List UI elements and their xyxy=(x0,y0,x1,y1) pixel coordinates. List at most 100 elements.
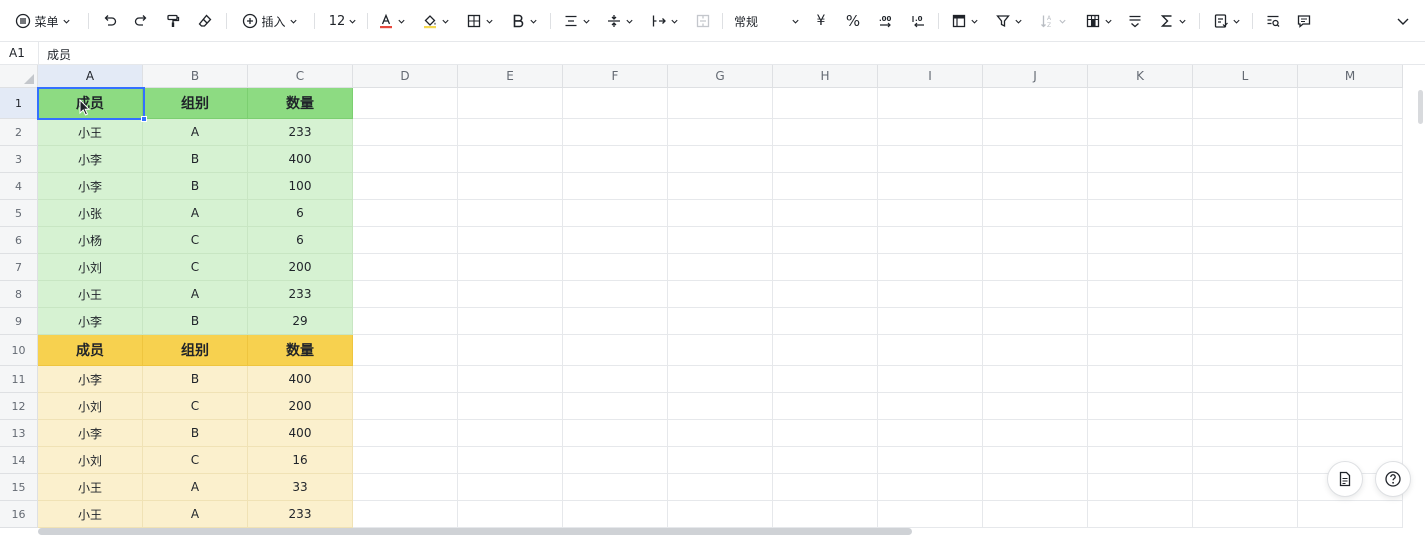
column-header-a[interactable]: A xyxy=(38,65,143,88)
cell-h8[interactable] xyxy=(773,281,878,308)
vertical-scrollbar[interactable] xyxy=(1418,90,1423,124)
cell-k10[interactable] xyxy=(1088,335,1193,366)
column-header-m[interactable]: M xyxy=(1298,65,1403,88)
cell-b7[interactable]: C xyxy=(143,254,248,281)
cell-j5[interactable] xyxy=(983,200,1088,227)
cell-i3[interactable] xyxy=(878,146,983,173)
cell-a7[interactable]: 小刘 xyxy=(38,254,143,281)
percent-format-button[interactable]: % xyxy=(842,8,864,34)
cell-i10[interactable] xyxy=(878,335,983,366)
cell-f7[interactable] xyxy=(563,254,668,281)
cell-f16[interactable] xyxy=(563,501,668,528)
increase-decimal-button[interactable]: .0 xyxy=(906,8,930,34)
cell-d4[interactable] xyxy=(353,173,458,200)
cell-k13[interactable] xyxy=(1088,420,1193,447)
row-header-2[interactable]: 2 xyxy=(0,119,38,146)
cell-b9[interactable]: B xyxy=(143,308,248,335)
cell-h1[interactable] xyxy=(773,88,878,119)
cell-e6[interactable] xyxy=(458,227,563,254)
row-header-13[interactable]: 13 xyxy=(0,420,38,447)
cell-e8[interactable] xyxy=(458,281,563,308)
sort-button[interactable]: AZ xyxy=(1036,8,1070,34)
column-header-f[interactable]: F xyxy=(563,65,668,88)
cell-a5[interactable]: 小张 xyxy=(38,200,143,227)
cell-d1[interactable] xyxy=(353,88,458,119)
fill-handle[interactable] xyxy=(141,116,147,122)
fill-color-button[interactable] xyxy=(420,8,452,34)
row-header-7[interactable]: 7 xyxy=(0,254,38,281)
cell-e7[interactable] xyxy=(458,254,563,281)
menu-button[interactable]: 菜单 xyxy=(8,8,78,34)
cell-l14[interactable] xyxy=(1193,447,1298,474)
cell-i6[interactable] xyxy=(878,227,983,254)
currency-format-button[interactable]: ¥ xyxy=(810,8,832,34)
cell-m8[interactable] xyxy=(1298,281,1403,308)
cell-j10[interactable] xyxy=(983,335,1088,366)
cell-j8[interactable] xyxy=(983,281,1088,308)
cell-m12[interactable] xyxy=(1298,393,1403,420)
cell-d5[interactable] xyxy=(353,200,458,227)
column-header-l[interactable]: L xyxy=(1193,65,1298,88)
cell-j14[interactable] xyxy=(983,447,1088,474)
cell-g8[interactable] xyxy=(668,281,773,308)
row-header-12[interactable]: 12 xyxy=(0,393,38,420)
cell-i14[interactable] xyxy=(878,447,983,474)
column-header-i[interactable]: I xyxy=(878,65,983,88)
cell-g9[interactable] xyxy=(668,308,773,335)
cell-m4[interactable] xyxy=(1298,173,1403,200)
column-header-d[interactable]: D xyxy=(353,65,458,88)
cell-k1[interactable] xyxy=(1088,88,1193,119)
cell-f2[interactable] xyxy=(563,119,668,146)
cell-f6[interactable] xyxy=(563,227,668,254)
column-header-b[interactable]: B xyxy=(143,65,248,88)
row-header-16[interactable]: 16 xyxy=(0,501,38,528)
undo-button[interactable] xyxy=(99,8,121,34)
cell-g16[interactable] xyxy=(668,501,773,528)
row-header-4[interactable]: 4 xyxy=(0,173,38,200)
cell-g5[interactable] xyxy=(668,200,773,227)
cell-h9[interactable] xyxy=(773,308,878,335)
cell-i15[interactable] xyxy=(878,474,983,501)
cell-k8[interactable] xyxy=(1088,281,1193,308)
cell-j3[interactable] xyxy=(983,146,1088,173)
cell-j2[interactable] xyxy=(983,119,1088,146)
cell-c16[interactable]: 233 xyxy=(248,501,353,528)
cell-e13[interactable] xyxy=(458,420,563,447)
cell-d16[interactable] xyxy=(353,501,458,528)
column-header-c[interactable]: C xyxy=(248,65,353,88)
cell-g6[interactable] xyxy=(668,227,773,254)
cell-g3[interactable] xyxy=(668,146,773,173)
cell-a13[interactable]: 小李 xyxy=(38,420,143,447)
cell-f12[interactable] xyxy=(563,393,668,420)
cell-d12[interactable] xyxy=(353,393,458,420)
cell-a14[interactable]: 小刘 xyxy=(38,447,143,474)
cell-a8[interactable]: 小王 xyxy=(38,281,143,308)
cell-a16[interactable]: 小王 xyxy=(38,501,143,528)
cell-g4[interactable] xyxy=(668,173,773,200)
cell-c5[interactable]: 6 xyxy=(248,200,353,227)
column-header-e[interactable]: E xyxy=(458,65,563,88)
cell-i11[interactable] xyxy=(878,366,983,393)
cell-f11[interactable] xyxy=(563,366,668,393)
cell-i2[interactable] xyxy=(878,119,983,146)
conditional-format-button[interactable] xyxy=(1082,8,1116,34)
cell-a10[interactable]: 成员 xyxy=(38,335,143,366)
cell-e14[interactable] xyxy=(458,447,563,474)
select-all-corner[interactable] xyxy=(0,65,38,88)
freeze-button[interactable] xyxy=(948,8,982,34)
column-header-k[interactable]: K xyxy=(1088,65,1193,88)
cell-m3[interactable] xyxy=(1298,146,1403,173)
cell-c14[interactable]: 16 xyxy=(248,447,353,474)
text-color-button[interactable] xyxy=(376,8,408,34)
cell-l15[interactable] xyxy=(1193,474,1298,501)
wrap-text-button[interactable] xyxy=(648,8,682,34)
cell-k5[interactable] xyxy=(1088,200,1193,227)
column-header-g[interactable]: G xyxy=(668,65,773,88)
cell-k16[interactable] xyxy=(1088,501,1193,528)
cell-m11[interactable] xyxy=(1298,366,1403,393)
cell-reference[interactable]: A1 xyxy=(9,46,25,60)
cell-l7[interactable] xyxy=(1193,254,1298,281)
cell-f9[interactable] xyxy=(563,308,668,335)
cell-i5[interactable] xyxy=(878,200,983,227)
row-header-9[interactable]: 9 xyxy=(0,308,38,335)
